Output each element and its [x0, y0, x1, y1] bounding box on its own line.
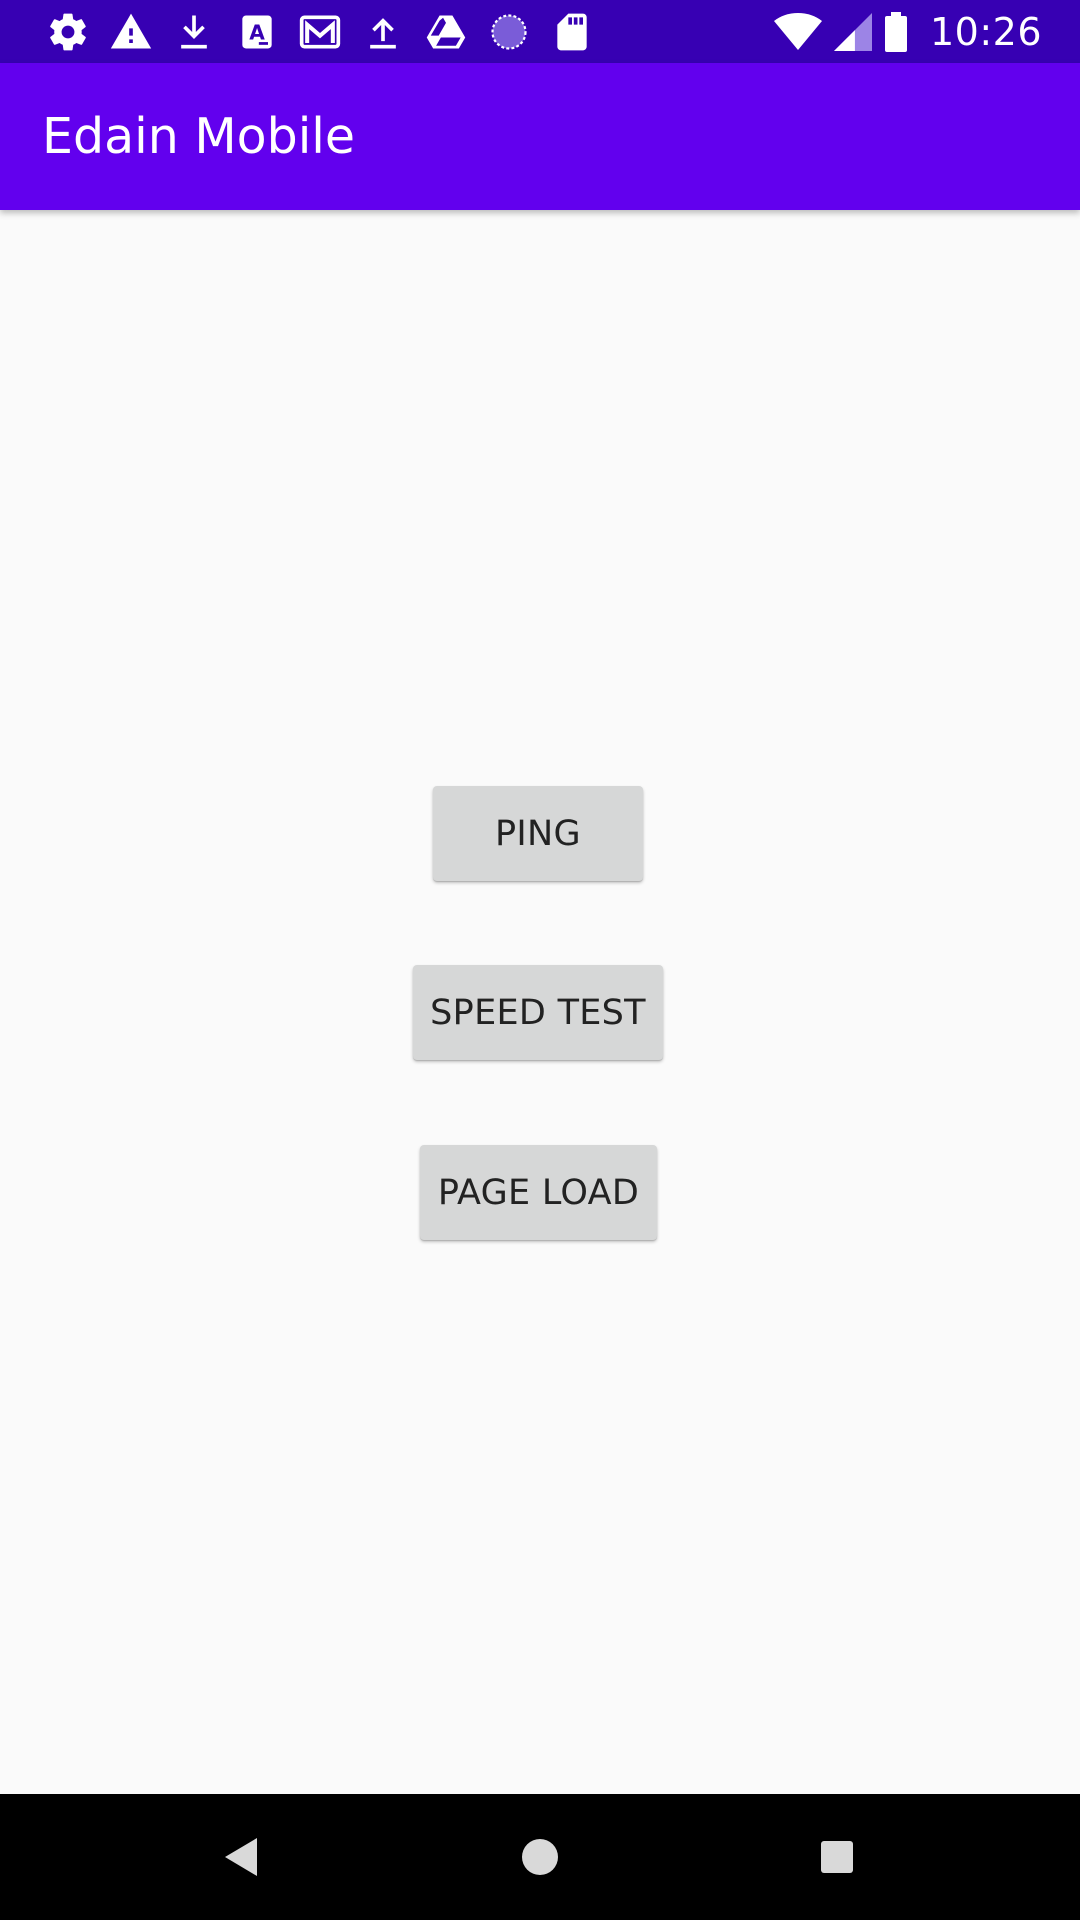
- cell-signal-icon: [833, 12, 872, 52]
- page-load-button[interactable]: PAGE LOAD: [420, 1145, 657, 1240]
- back-icon[interactable]: [206, 1822, 276, 1892]
- app-a-icon: A: [235, 10, 279, 54]
- notification-icons: A: [46, 8, 613, 56]
- download-icon: [172, 10, 216, 54]
- warning-icon: [109, 10, 153, 54]
- status-bar: A 10:26: [0, 0, 1080, 63]
- speed-test-button[interactable]: SPEED TEST: [413, 965, 663, 1060]
- gmail-icon: [298, 10, 342, 54]
- system-status-icons: 10:26: [762, 8, 1042, 56]
- ping-button[interactable]: PING: [433, 786, 643, 881]
- drive-icon: [424, 10, 468, 54]
- app-title: Edain Mobile: [42, 108, 356, 165]
- recents-icon[interactable]: [802, 1822, 872, 1892]
- sync-circle-icon: [487, 10, 531, 54]
- wifi-icon: [773, 12, 822, 52]
- status-clock: 10:26: [929, 10, 1042, 54]
- sd-card-icon: [550, 10, 594, 54]
- navigation-bar: [0, 1794, 1080, 1920]
- home-icon[interactable]: [505, 1822, 575, 1892]
- gear-icon: [46, 10, 90, 54]
- svg-text:A: A: [249, 20, 265, 44]
- battery-icon: [884, 12, 908, 52]
- app-bar: Edain Mobile: [0, 63, 1080, 210]
- upload-icon: [361, 10, 405, 54]
